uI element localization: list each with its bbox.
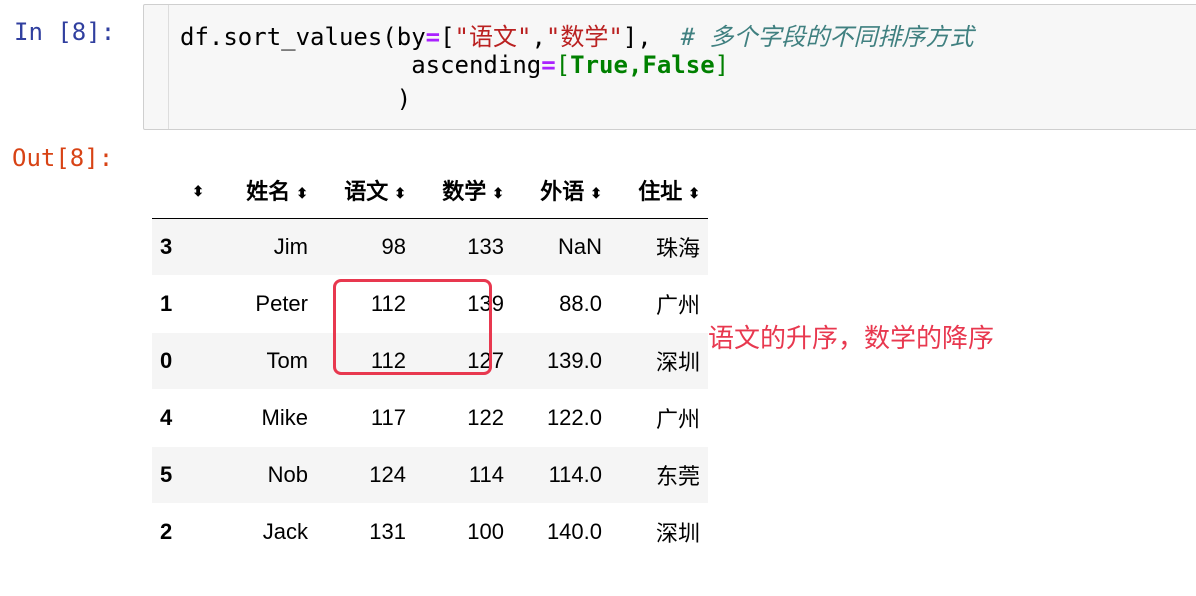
code-token: ,: [627, 51, 643, 79]
input-prompt: In [8]:: [14, 18, 116, 46]
code-operator: =: [541, 51, 556, 79]
cell-name: Tom: [266, 348, 308, 373]
sort-icon[interactable]: ⬍: [590, 186, 602, 200]
cell-address: 东莞: [655, 464, 700, 489]
code-token: ): [396, 85, 412, 113]
cell-chinese: 124: [369, 462, 406, 487]
code-token: [: [555, 51, 571, 79]
row-index: 0: [160, 348, 173, 373]
cell-address: 深圳: [655, 521, 700, 546]
sort-icon[interactable]: ⬍: [192, 184, 204, 198]
cell-name: Peter: [255, 291, 308, 316]
cell-address: 广州: [655, 293, 700, 318]
code-line-1: df.sort_values(by=["语文","数学"], # 多个字段的不同…: [180, 17, 974, 52]
cell-chinese: 117: [370, 405, 406, 430]
table-row: 5 Nob 124 114 114.0 东莞: [152, 446, 708, 504]
code-token: df.sort_values(by: [180, 23, 426, 51]
cell-name: Mike: [261, 405, 308, 430]
cell-foreign: 122.0: [546, 405, 602, 430]
table-row: 3 Jim 98 133 NaN 珠海: [152, 218, 708, 276]
cell-address: 深圳: [655, 350, 700, 375]
code-token: ],: [622, 23, 681, 51]
code-line-2: ascending=[True,False]: [180, 51, 729, 79]
cell-name: Jim: [273, 234, 308, 259]
output-prompt: Out[8]:: [12, 144, 114, 172]
sort-icon[interactable]: ⬍: [394, 186, 406, 200]
cell-foreign: 88.0: [559, 291, 602, 316]
code-token: ascending: [411, 51, 542, 79]
code-token: [: [440, 23, 455, 51]
cell-foreign: 139.0: [546, 348, 602, 373]
cell-math: 133: [467, 234, 504, 259]
annotation-text: 语文的升序，数学的降序: [708, 324, 995, 354]
cell-address: 广州: [655, 407, 700, 432]
cell-foreign: NaN: [557, 234, 602, 259]
table-row: 4 Mike 117 122 122.0 广州: [152, 390, 708, 447]
code-token: ,: [531, 23, 546, 51]
cell-chinese: 98: [381, 234, 406, 259]
code-cell[interactable]: df.sort_values(by=["语文","数学"], # 多个字段的不同…: [143, 4, 1196, 130]
code-string: "数学": [545, 23, 623, 51]
column-header-chinese[interactable]: 语文 ⬍: [316, 162, 414, 219]
cell-math: 114: [468, 462, 504, 487]
code-token: ]: [714, 51, 730, 79]
code-keyword: False: [642, 51, 715, 79]
row-index: 3: [160, 234, 173, 259]
code-string: "语文": [454, 23, 532, 51]
row-index: 2: [160, 519, 173, 544]
code-line-3: ): [180, 85, 411, 113]
code-keyword: True: [570, 51, 628, 79]
code-gutter: [168, 5, 169, 129]
column-header-math[interactable]: 数学 ⬍: [414, 162, 512, 219]
cell-math: 122: [467, 405, 504, 430]
table-header-row: ⬍ 姓名 ⬍ 语文 ⬍ 数学 ⬍ 外语 ⬍ 住址 ⬍: [152, 162, 708, 219]
row-index: 4: [160, 405, 173, 430]
cell-math: 100: [467, 519, 504, 544]
cell-foreign: 140.0: [546, 519, 602, 544]
row-index: 1: [160, 291, 173, 316]
row-index: 5: [160, 462, 173, 487]
code-operator: =: [425, 23, 441, 51]
column-header-address[interactable]: 住址 ⬍: [610, 162, 708, 219]
cell-foreign: 114.0: [548, 462, 602, 487]
column-header-index[interactable]: ⬍: [152, 162, 212, 219]
cell-address: 珠海: [655, 236, 700, 261]
code-comment: # 多个字段的不同排序方式: [680, 23, 974, 51]
cell-name: Nob: [267, 462, 308, 487]
cell-chinese: 131: [369, 519, 406, 544]
cell-name: Jack: [262, 519, 308, 544]
table-row: 2 Jack 131 100 140.0 深圳: [152, 504, 708, 561]
sort-icon[interactable]: ⬍: [688, 186, 700, 200]
column-header-name[interactable]: 姓名 ⬍: [212, 162, 316, 219]
sort-icon[interactable]: ⬍: [492, 186, 504, 200]
highlight-box: [333, 279, 492, 375]
column-header-foreign[interactable]: 外语 ⬍: [512, 162, 610, 219]
sort-icon[interactable]: ⬍: [296, 186, 308, 200]
